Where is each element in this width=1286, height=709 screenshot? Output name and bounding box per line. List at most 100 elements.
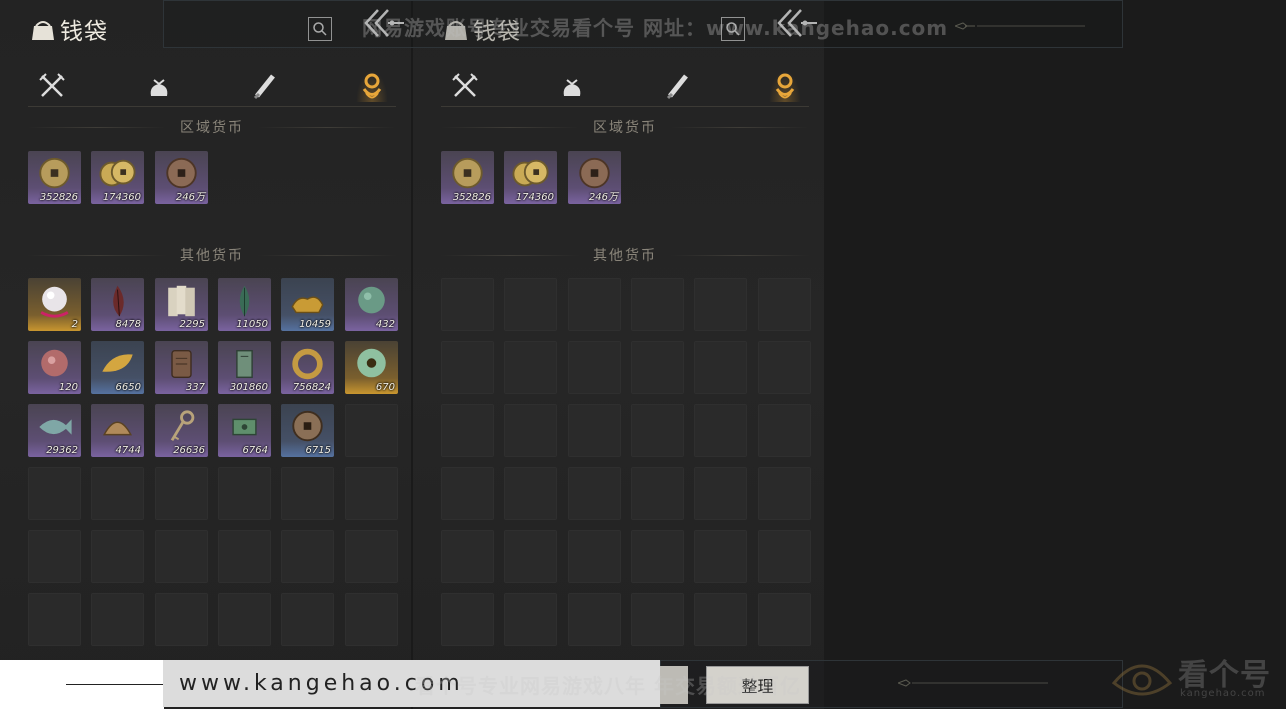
empty-slot <box>504 341 557 394</box>
shell-coin-icon <box>103 421 132 436</box>
currency-slot[interactable]: 2 <box>28 278 81 331</box>
currency-slot[interactable]: 246万 <box>155 151 208 204</box>
paper-notes-icon <box>168 285 195 317</box>
currency-slot[interactable]: 8478 <box>91 278 144 331</box>
empty-slot <box>758 404 811 457</box>
currency-count: 670 <box>375 382 395 393</box>
empty-slot <box>441 278 494 331</box>
gold-coin-icon <box>452 157 483 189</box>
empty-slot <box>441 404 494 457</box>
currency-slot[interactable]: 301860 <box>218 341 271 394</box>
currency-count: 756824 <box>292 382 331 393</box>
currency-slot[interactable]: 4744 <box>91 404 144 457</box>
tab-currency[interactable] <box>769 70 801 102</box>
empty-slot <box>631 467 684 520</box>
currency-slot[interactable]: 120 <box>28 341 81 394</box>
currency-count: 8478 <box>115 319 141 330</box>
panel-title: 钱袋 <box>30 12 108 46</box>
watermark-line <box>66 684 164 685</box>
tab-weapon[interactable] <box>449 70 481 102</box>
currency-count: 29362 <box>46 445 78 456</box>
empty-slot <box>91 530 144 583</box>
currency-slot[interactable]: 337 <box>155 341 208 394</box>
empty-slot <box>631 341 684 394</box>
currency-slot[interactable]: 11050 <box>218 278 271 331</box>
currency-count: 174360 <box>515 192 554 203</box>
empty-slot <box>758 593 811 646</box>
weapon-icon <box>452 73 478 97</box>
currency-slot[interactable]: 670 <box>345 341 398 394</box>
currency-slot[interactable]: 352826 <box>441 151 494 204</box>
empty-slot <box>155 530 208 583</box>
currency-count: 11050 <box>236 319 268 330</box>
tab-scroll[interactable] <box>249 70 281 102</box>
pearl-icon <box>40 286 69 318</box>
currency-count: 301860 <box>229 382 268 393</box>
currency-count: 2 <box>71 319 78 330</box>
empty-slot <box>758 530 811 583</box>
empty-slot <box>281 467 334 520</box>
category-tabs <box>441 66 809 107</box>
currency-count: 2295 <box>179 319 205 330</box>
currency-count: 352826 <box>452 192 491 203</box>
currency-slot[interactable]: 6715 <box>281 404 334 457</box>
currency-count: 246万 <box>588 192 618 203</box>
tab-scroll[interactable] <box>662 70 694 102</box>
empty-slot <box>631 593 684 646</box>
currency-slot[interactable]: 6764 <box>218 404 271 457</box>
empty-slot <box>441 593 494 646</box>
currency-slot[interactable]: 352826 <box>28 151 81 204</box>
currency-slot[interactable]: 29362 <box>28 404 81 457</box>
currency-slot[interactable]: 26636 <box>155 404 208 457</box>
empty-slot <box>345 404 398 457</box>
empty-slot <box>631 404 684 457</box>
currency-slot[interactable]: 10459 <box>281 278 334 331</box>
empty-slot <box>631 530 684 583</box>
jade-leaf-icon <box>239 285 250 317</box>
empty-slot <box>694 467 747 520</box>
divider <box>28 126 166 128</box>
currency-count: 432 <box>375 319 395 330</box>
divider <box>441 126 579 128</box>
empty-slot <box>155 593 208 646</box>
empty-slot <box>694 341 747 394</box>
empty-slot <box>441 530 494 583</box>
empty-slot <box>441 341 494 394</box>
tab-weapon[interactable] <box>36 70 68 102</box>
empty-slot <box>155 467 208 520</box>
empty-slot <box>568 593 621 646</box>
currency-icon <box>362 73 382 99</box>
tab-pouch[interactable] <box>143 70 175 102</box>
empty-slot <box>694 278 747 331</box>
empty-slot <box>758 467 811 520</box>
tab-currency[interactable] <box>356 70 388 102</box>
section-other-label: 其他货币 <box>593 248 657 264</box>
scroll-icon <box>666 74 688 100</box>
empty-slot <box>504 467 557 520</box>
empty-slot <box>345 530 398 583</box>
section-regional-label: 区域货币 <box>593 120 657 136</box>
empty-slot <box>568 278 621 331</box>
category-tabs <box>28 66 396 107</box>
divider <box>258 254 396 256</box>
currency-slot[interactable]: 174360 <box>504 151 557 204</box>
currency-slot[interactable]: 756824 <box>281 341 334 394</box>
currency-slot[interactable]: 2295 <box>155 278 208 331</box>
currency-slot[interactable]: 432 <box>345 278 398 331</box>
currency-count: 4744 <box>115 445 141 456</box>
empty-slot <box>504 278 557 331</box>
jade-disc-icon <box>357 348 386 378</box>
currency-slot[interactable]: 174360 <box>91 151 144 204</box>
currency-slot[interactable]: 6650 <box>91 341 144 394</box>
section-other-currency: 其他货币 <box>441 245 809 265</box>
tab-pouch[interactable] <box>556 70 588 102</box>
empty-slot <box>694 593 747 646</box>
empty-slot <box>758 341 811 394</box>
empty-slot <box>28 530 81 583</box>
empty-slot <box>218 530 271 583</box>
money-bag-icon <box>32 21 54 40</box>
empty-slot <box>281 530 334 583</box>
empty-area <box>824 0 1286 709</box>
logo-subtext: kangehao.com <box>1180 688 1266 699</box>
currency-slot[interactable]: 246万 <box>568 151 621 204</box>
